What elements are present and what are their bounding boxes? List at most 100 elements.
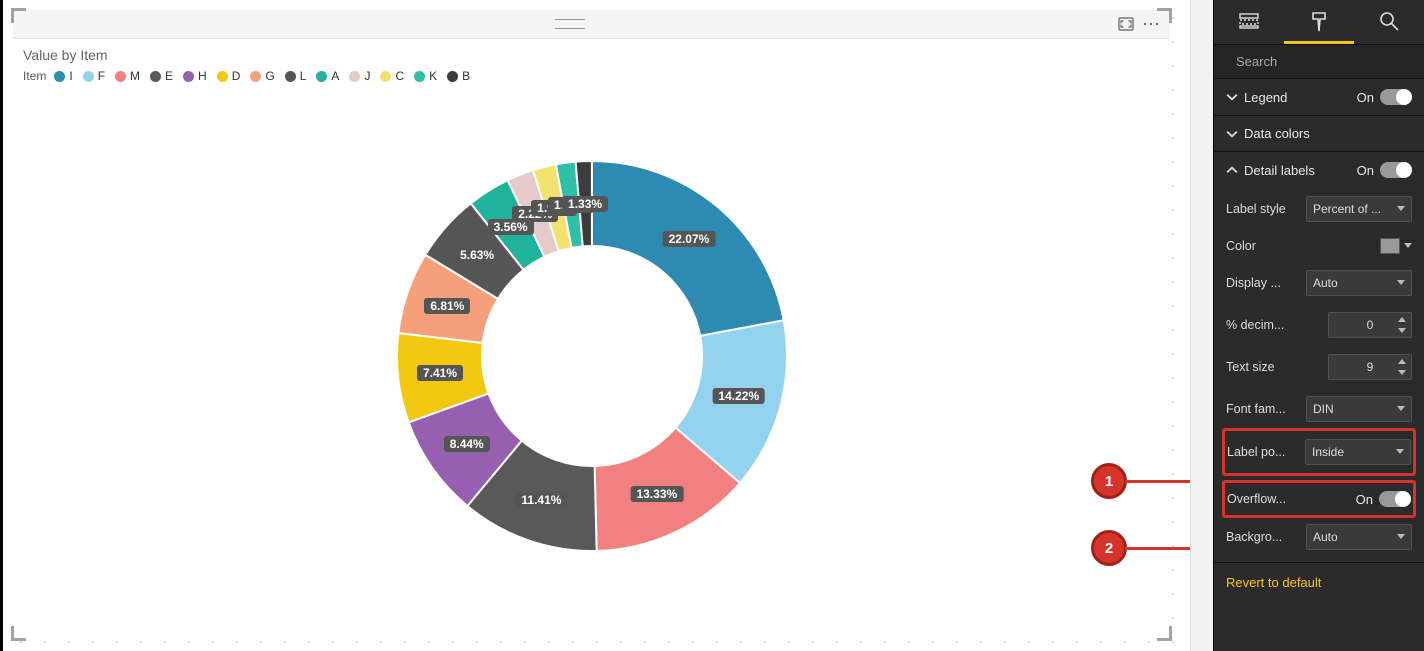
legend-swatch-icon (217, 71, 228, 82)
donut-data-label: 13.33% (630, 486, 683, 502)
legend-item[interactable]: A (316, 69, 339, 83)
legend-item[interactable]: L (285, 69, 307, 83)
legend-item[interactable]: B (447, 69, 470, 83)
donut-chart[interactable]: 22.07%14.22%13.33%11.41%8.44%7.41%6.81%5… (377, 141, 807, 571)
legend-item[interactable]: E (150, 69, 173, 83)
chevron-down-icon (1397, 406, 1405, 412)
donut-data-label: 14.22% (712, 388, 765, 404)
revert-to-default-link[interactable]: Revert to default (1214, 563, 1424, 602)
pane-collapse-gutter[interactable] (1190, 0, 1213, 651)
chevron-down-icon (1397, 206, 1405, 212)
label-position-dropdown[interactable]: Inside (1305, 439, 1411, 465)
legend-item[interactable]: G (250, 69, 274, 83)
card-data-colors: Data colors (1214, 116, 1424, 152)
legend-field-label: Item (23, 69, 46, 83)
highlight-label-position: Label po... Inside (1222, 428, 1416, 476)
callout-arrow-2 (1125, 547, 1190, 550)
color-label: Color (1226, 239, 1256, 253)
chevron-down-icon (1226, 91, 1238, 103)
legend-swatch-icon (83, 71, 94, 82)
legend-swatch-icon (349, 71, 360, 82)
background-value: Auto (1313, 530, 1338, 544)
legend-item[interactable]: H (183, 69, 207, 83)
row-decimal: % decim... 0 (1226, 304, 1412, 346)
card-legend-header[interactable]: Legend On (1214, 79, 1424, 115)
legend-swatch-icon (150, 71, 161, 82)
spinner-icon[interactable] (1395, 314, 1409, 336)
row-text-size: Text size 9 (1226, 346, 1412, 388)
background-dropdown[interactable]: Auto (1306, 524, 1412, 550)
chevron-down-icon (1404, 243, 1412, 249)
chevron-down-icon (1396, 449, 1404, 455)
text-size-label: Text size (1226, 360, 1275, 374)
report-canvas[interactable]: ⋯ Value by Item Item I FMEH DG LAJ CKB 22.07… (0, 0, 1190, 651)
decimal-stepper[interactable]: 0 (1328, 312, 1412, 338)
focus-mode-icon[interactable] (1118, 17, 1134, 31)
callout-badge-1: 1 (1091, 463, 1127, 499)
background-label: Backgro... (1226, 530, 1282, 544)
card-data-colors-header[interactable]: Data colors (1214, 116, 1424, 151)
visual-header: ⋯ (13, 10, 1170, 39)
legend-toggle[interactable] (1380, 89, 1412, 105)
label-style-label: Label style (1226, 202, 1286, 216)
decimal-value: 0 (1367, 318, 1374, 332)
legend-item-label: D (232, 69, 241, 83)
chart-title: Value by Item (13, 39, 1170, 65)
donut-data-label: 22.07% (663, 231, 716, 247)
legend-item[interactable]: M (115, 69, 140, 83)
legend-swatch-icon (414, 71, 425, 82)
callout-arrow-1 (1125, 480, 1190, 483)
row-font-family: Font fam... DIN (1226, 388, 1412, 430)
legend-item-label: F (98, 69, 105, 83)
color-picker[interactable] (1380, 238, 1412, 254)
donut-visual-frame[interactable]: ⋯ Value by Item Item I FMEH DG LAJ CKB 22.07… (13, 10, 1170, 639)
label-position-label: Label po... (1227, 445, 1285, 459)
donut-slice[interactable] (592, 161, 784, 336)
color-swatch (1380, 238, 1400, 254)
legend-item-label: C (395, 69, 404, 83)
search-row[interactable] (1214, 45, 1424, 79)
detail-labels-on-text: On (1357, 163, 1374, 178)
label-style-value: Percent of ... (1313, 202, 1381, 216)
tab-fields[interactable] (1214, 0, 1284, 44)
legend-swatch-icon (54, 71, 65, 82)
card-legend-label: Legend (1244, 90, 1287, 105)
drag-handle-icon[interactable] (555, 19, 585, 29)
label-position-value: Inside (1312, 445, 1344, 459)
row-label-style: Label style Percent of ... (1226, 188, 1412, 230)
legend-item[interactable]: K (414, 69, 437, 83)
legend-swatch-icon (183, 71, 194, 82)
spinner-icon[interactable] (1395, 356, 1409, 378)
donut-data-label: 1.33% (562, 196, 608, 212)
legend-item[interactable]: I (54, 69, 72, 83)
visualizations-format-panel: Legend On Data colors (1213, 0, 1424, 651)
resize-handle-top-right[interactable] (1157, 8, 1172, 23)
legend-item[interactable]: C (380, 69, 404, 83)
legend-item-label: I (69, 69, 72, 83)
legend-item[interactable]: D (217, 69, 241, 83)
search-input[interactable] (1234, 53, 1414, 70)
tab-format[interactable] (1284, 0, 1354, 44)
legend-item[interactable]: J (349, 69, 370, 83)
card-detail-labels-header[interactable]: Detail labels On (1214, 152, 1424, 188)
display-units-value: Auto (1313, 276, 1338, 290)
row-label-position: Label po... Inside (1227, 431, 1411, 473)
row-overflow-text: Overflow... On (1227, 483, 1411, 515)
card-legend: Legend On (1214, 79, 1424, 116)
resize-handle-bottom-right[interactable] (1157, 626, 1172, 641)
donut-data-label: 8.44% (444, 436, 490, 452)
display-units-label: Display ... (1226, 276, 1281, 290)
decimal-label: % decim... (1226, 318, 1284, 332)
resize-handle-bottom-left[interactable] (11, 626, 26, 641)
overflow-text-toggle[interactable] (1379, 491, 1411, 507)
card-detail-labels: Detail labels On Label style Percent of … (1214, 152, 1424, 563)
font-family-dropdown[interactable]: DIN (1306, 396, 1412, 422)
resize-handle-top-left[interactable] (11, 8, 26, 23)
detail-labels-toggle[interactable] (1380, 162, 1412, 178)
label-style-dropdown[interactable]: Percent of ... (1306, 196, 1412, 222)
legend-item[interactable]: F (83, 69, 105, 83)
text-size-stepper[interactable]: 9 (1328, 354, 1412, 380)
tab-analytics[interactable] (1354, 0, 1424, 44)
display-units-dropdown[interactable]: Auto (1306, 270, 1412, 296)
legend-item-label: L (300, 69, 307, 83)
